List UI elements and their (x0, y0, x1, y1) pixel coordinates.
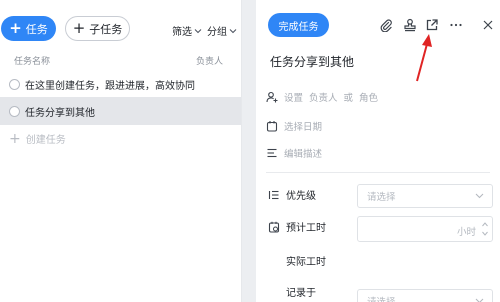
stamp-icon[interactable] (402, 17, 418, 33)
calendar-icon (266, 120, 278, 132)
paperclip-icon[interactable] (378, 17, 394, 33)
priority-placeholder: 请选择 (367, 192, 396, 203)
add-user-icon (266, 91, 278, 103)
annotation-arrow-icon (412, 32, 434, 82)
date-field[interactable]: 选择日期 (266, 119, 322, 133)
task-checkbox[interactable] (9, 78, 20, 90)
estimate-label-row: 预计工时 (268, 219, 326, 234)
role-link[interactable]: 角色 (359, 90, 378, 104)
task-table-header: 任务名称 负责人 (0, 52, 242, 68)
stepper-arrows-icon[interactable] (481, 220, 489, 238)
create-task-button[interactable]: + 创建任务 (9, 130, 66, 147)
description-field[interactable]: 编辑描述 (266, 146, 322, 160)
record-placeholder: 请选择 (367, 294, 396, 302)
task-detail-title[interactable]: 任务分享到其他 (270, 53, 354, 70)
owner-field[interactable]: 设置 负责人 或 角色 (266, 90, 378, 104)
column-header-name: 任务名称 (14, 57, 51, 67)
estimated-hours-input[interactable]: 小时 (357, 216, 493, 242)
chevron-down-icon (475, 297, 484, 302)
add-task-button[interactable]: + 任务 (1, 16, 56, 41)
task-list-panel: + 任务 + 子任务 筛选 分组 任务名称 负责人 在这里创建任务，跟进进展，高… (0, 0, 242, 302)
task-row-selected[interactable]: 任务分享到其他 (0, 97, 241, 125)
add-subtask-button[interactable]: + 子任务 (65, 16, 130, 41)
task-detail-panel: 完成任务 任务分享到其他 设置 负责人 或 角色 选择日期 编辑描述 优先级 请… (256, 0, 500, 302)
plus-icon: + (72, 19, 86, 37)
filter-label: 筛选 (172, 27, 192, 38)
task-row[interactable]: 在这里创建任务，跟进进展，高效协同 (0, 70, 241, 98)
add-task-label: 任务 (25, 22, 48, 36)
chevron-down-icon (229, 28, 237, 34)
date-placeholder: 选择日期 (284, 122, 323, 133)
owner-set-label: 设置 (284, 93, 304, 104)
description-placeholder: 编辑描述 (284, 149, 323, 160)
priority-label-row: 优先级 (268, 187, 316, 202)
plus-icon: + (9, 19, 22, 37)
owner-link[interactable]: 负责人 (309, 90, 338, 104)
filter-dropdown[interactable]: 筛选 (172, 23, 202, 38)
priority-select[interactable]: 请选择 (357, 184, 493, 208)
create-task-label: 创建任务 (25, 135, 66, 146)
text-lines-icon (266, 147, 278, 159)
section-divider (266, 172, 490, 173)
close-icon[interactable] (480, 17, 496, 33)
chevron-down-icon (194, 28, 202, 34)
record-select[interactable]: 请选择 (357, 289, 493, 302)
add-subtask-label: 子任务 (89, 22, 123, 36)
task-checkbox[interactable] (9, 105, 20, 117)
actual-hours-label: 实际工时 (286, 257, 326, 268)
column-header-owner: 负责人 (196, 57, 224, 67)
hours-unit-label: 小时 (456, 227, 476, 238)
group-dropdown[interactable]: 分组 (207, 23, 237, 38)
estimate-label: 预计工时 (286, 223, 326, 234)
group-label: 分组 (207, 27, 227, 38)
record-label: 记录于 (286, 288, 316, 299)
priority-label: 优先级 (286, 191, 316, 202)
task-title: 在这里创建任务，跟进进展，高效协同 (25, 80, 195, 92)
timer-icon (268, 221, 280, 233)
external-share-icon[interactable] (424, 17, 440, 33)
plus-icon: + (9, 130, 21, 147)
chevron-down-icon (475, 192, 484, 200)
owner-or-label: 或 (343, 93, 354, 104)
complete-task-button[interactable]: 完成任务 (268, 13, 329, 37)
priority-list-icon (268, 189, 280, 201)
more-icon[interactable] (448, 17, 464, 33)
task-title: 任务分享到其他 (25, 107, 95, 119)
